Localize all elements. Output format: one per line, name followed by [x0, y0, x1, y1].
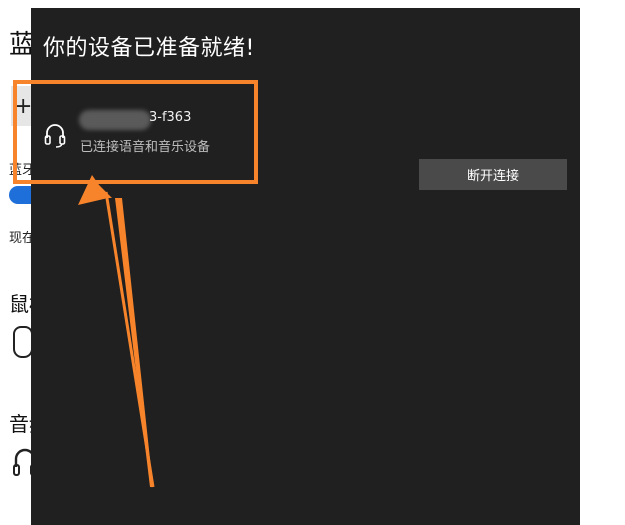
- annotation-arrow: [78, 175, 155, 488]
